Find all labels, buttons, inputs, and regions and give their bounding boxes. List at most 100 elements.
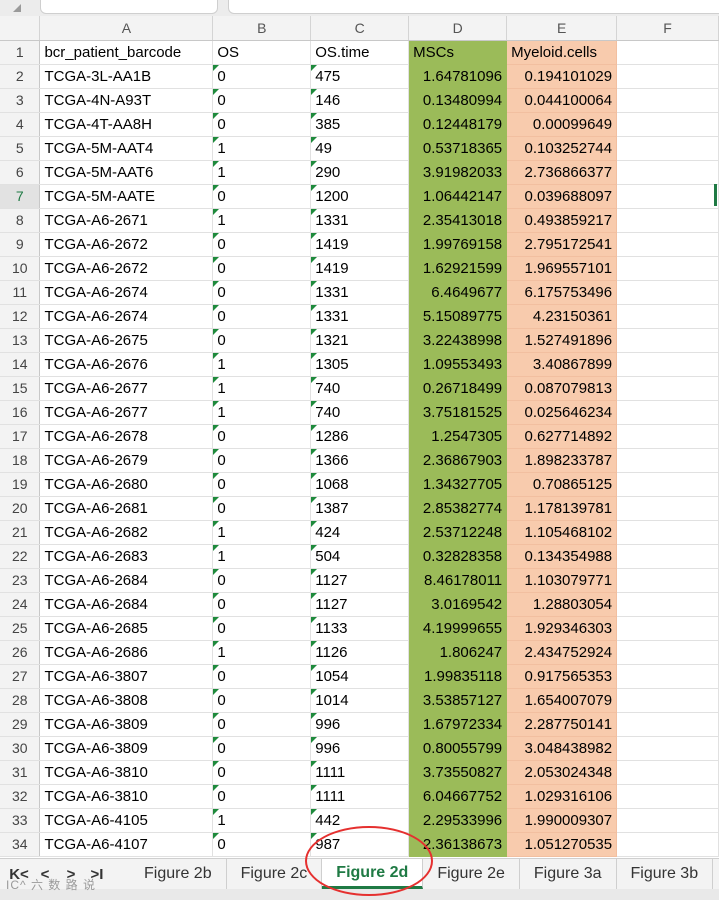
row-number[interactable]: 16 bbox=[0, 400, 41, 425]
tab-figure-2c[interactable]: Figure 2c bbox=[227, 859, 323, 889]
msc-cell[interactable]: 1.67972334 bbox=[408, 712, 508, 737]
row-number[interactable]: 19 bbox=[0, 472, 41, 497]
os-cell[interactable]: 0 bbox=[212, 448, 312, 473]
row-number[interactable]: 20 bbox=[0, 496, 41, 521]
msc-cell[interactable]: 2.53712248 bbox=[408, 520, 508, 545]
os-cell[interactable]: 1 bbox=[212, 400, 312, 425]
empty-cell[interactable] bbox=[616, 184, 719, 209]
myeloid-cell[interactable]: 2.053024348 bbox=[506, 760, 618, 785]
myeloid-cell[interactable]: 6.175753496 bbox=[506, 280, 618, 305]
os-cell[interactable]: 0 bbox=[212, 616, 312, 641]
row-number[interactable]: 26 bbox=[0, 640, 41, 665]
os-cell[interactable]: 0 bbox=[212, 280, 312, 305]
row-number[interactable]: 31 bbox=[0, 760, 41, 785]
os-time-cell[interactable]: 1133 bbox=[310, 616, 410, 641]
barcode-cell[interactable]: TCGA-4T-AA8H bbox=[39, 112, 214, 137]
msc-cell[interactable]: 1.806247 bbox=[408, 640, 508, 665]
empty-cell[interactable] bbox=[616, 232, 719, 257]
tab-figure-2d[interactable]: Figure 2d bbox=[322, 859, 424, 889]
barcode-cell[interactable]: TCGA-5M-AAT6 bbox=[39, 160, 214, 185]
header-cell-os-time[interactable]: OS.time bbox=[310, 40, 410, 65]
myeloid-cell[interactable]: 1.051270535 bbox=[506, 832, 618, 857]
barcode-cell[interactable]: TCGA-A6-2676 bbox=[39, 352, 214, 377]
os-cell[interactable]: 1 bbox=[212, 520, 312, 545]
msc-cell[interactable]: 3.53857127 bbox=[408, 688, 508, 713]
barcode-cell[interactable]: TCGA-A6-4107 bbox=[39, 832, 214, 857]
row-number[interactable]: 23 bbox=[0, 568, 41, 593]
row-number[interactable]: 25 bbox=[0, 616, 41, 641]
column-header-e[interactable]: E bbox=[506, 16, 618, 41]
os-time-cell[interactable]: 1286 bbox=[310, 424, 410, 449]
os-cell[interactable]: 1 bbox=[212, 640, 312, 665]
row-number[interactable]: 4 bbox=[0, 112, 41, 137]
barcode-cell[interactable]: TCGA-A6-2675 bbox=[39, 328, 214, 353]
barcode-cell[interactable]: TCGA-3L-AA1B bbox=[39, 64, 214, 89]
os-time-cell[interactable]: 146 bbox=[310, 88, 410, 113]
empty-cell[interactable] bbox=[616, 256, 719, 281]
empty-cell[interactable] bbox=[616, 640, 719, 665]
empty-cell[interactable] bbox=[616, 328, 719, 353]
myeloid-cell[interactable]: 1.990009307 bbox=[506, 808, 618, 833]
barcode-cell[interactable]: TCGA-A6-2679 bbox=[39, 448, 214, 473]
empty-cell[interactable] bbox=[616, 664, 719, 689]
os-cell[interactable]: 0 bbox=[212, 64, 312, 89]
myeloid-cell[interactable]: 0.194101029 bbox=[506, 64, 618, 89]
msc-cell[interactable]: 1.2547305 bbox=[408, 424, 508, 449]
os-time-cell[interactable]: 1331 bbox=[310, 304, 410, 329]
myeloid-cell[interactable]: 1.898233787 bbox=[506, 448, 618, 473]
column-header-f[interactable]: F bbox=[616, 16, 719, 41]
barcode-cell[interactable]: TCGA-A6-3810 bbox=[39, 784, 214, 809]
os-cell[interactable]: 1 bbox=[212, 808, 312, 833]
barcode-cell[interactable]: TCGA-A6-2686 bbox=[39, 640, 214, 665]
os-cell[interactable]: 0 bbox=[212, 472, 312, 497]
msc-cell[interactable]: 2.36867903 bbox=[408, 448, 508, 473]
myeloid-cell[interactable]: 4.23150361 bbox=[506, 304, 618, 329]
os-cell[interactable]: 1 bbox=[212, 208, 312, 233]
os-cell[interactable]: 0 bbox=[212, 328, 312, 353]
name-box[interactable] bbox=[40, 0, 218, 14]
os-cell[interactable]: 0 bbox=[212, 88, 312, 113]
empty-cell[interactable] bbox=[616, 136, 719, 161]
tab-figure-2e[interactable]: Figure 2e bbox=[423, 859, 520, 889]
msc-cell[interactable]: 1.99769158 bbox=[408, 232, 508, 257]
empty-cell[interactable] bbox=[616, 472, 719, 497]
column-header-b[interactable]: B bbox=[212, 16, 312, 41]
msc-cell[interactable]: 3.73550827 bbox=[408, 760, 508, 785]
row-number[interactable]: 6 bbox=[0, 160, 41, 185]
msc-cell[interactable]: 2.29533996 bbox=[408, 808, 508, 833]
empty-cell[interactable] bbox=[616, 448, 719, 473]
os-cell[interactable]: 0 bbox=[212, 112, 312, 137]
header-cell-mscs[interactable]: MSCs bbox=[408, 40, 508, 65]
row-number[interactable]: 2 bbox=[0, 64, 41, 89]
myeloid-cell[interactable]: 2.795172541 bbox=[506, 232, 618, 257]
msc-cell[interactable]: 1.62921599 bbox=[408, 256, 508, 281]
empty-cell[interactable] bbox=[616, 736, 719, 761]
msc-cell[interactable]: 1.06442147 bbox=[408, 184, 508, 209]
os-cell[interactable]: 0 bbox=[212, 232, 312, 257]
row-number[interactable]: 32 bbox=[0, 784, 41, 809]
os-time-cell[interactable]: 1366 bbox=[310, 448, 410, 473]
os-cell[interactable]: 0 bbox=[212, 784, 312, 809]
row-number[interactable]: 14 bbox=[0, 352, 41, 377]
os-time-cell[interactable]: 1111 bbox=[310, 784, 410, 809]
myeloid-cell[interactable]: 3.048438982 bbox=[506, 736, 618, 761]
os-time-cell[interactable]: 1305 bbox=[310, 352, 410, 377]
empty-cell[interactable] bbox=[616, 112, 719, 137]
os-time-cell[interactable]: 424 bbox=[310, 520, 410, 545]
msc-cell[interactable]: 5.15089775 bbox=[408, 304, 508, 329]
os-time-cell[interactable]: 475 bbox=[310, 64, 410, 89]
empty-cell[interactable] bbox=[616, 832, 719, 857]
row-number[interactable]: 1 bbox=[0, 40, 41, 65]
empty-cell[interactable] bbox=[616, 568, 719, 593]
barcode-cell[interactable]: TCGA-A6-2682 bbox=[39, 520, 214, 545]
barcode-cell[interactable]: TCGA-A6-2678 bbox=[39, 424, 214, 449]
empty-cell[interactable] bbox=[616, 376, 719, 401]
msc-cell[interactable]: 1.09553493 bbox=[408, 352, 508, 377]
myeloid-cell[interactable]: 0.134354988 bbox=[506, 544, 618, 569]
os-time-cell[interactable]: 1331 bbox=[310, 280, 410, 305]
os-time-cell[interactable]: 1068 bbox=[310, 472, 410, 497]
os-cell[interactable]: 1 bbox=[212, 160, 312, 185]
barcode-cell[interactable]: TCGA-A6-2685 bbox=[39, 616, 214, 641]
msc-cell[interactable]: 2.85382774 bbox=[408, 496, 508, 521]
os-time-cell[interactable]: 740 bbox=[310, 376, 410, 401]
